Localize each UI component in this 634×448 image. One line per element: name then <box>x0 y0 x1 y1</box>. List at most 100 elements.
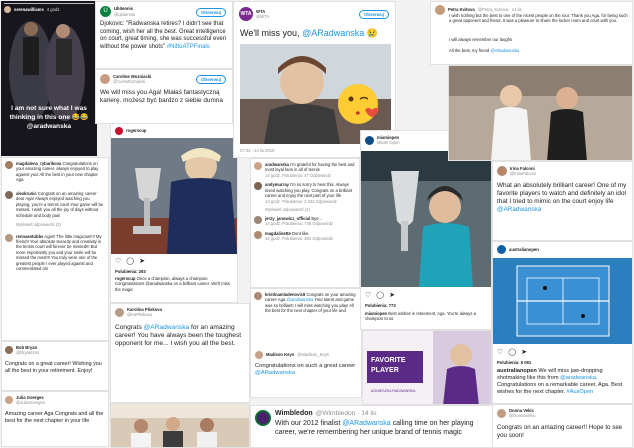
kristina-mention[interactable]: @aradwanska <box>286 297 313 302</box>
share-icon[interactable]: ➤ <box>139 257 145 265</box>
donna-avatar[interactable] <box>497 408 506 418</box>
comment-avatar[interactable] <box>254 182 262 191</box>
irina-handle[interactable]: @IrinaFalconi <box>510 171 536 176</box>
wimbledon-avatar[interactable] <box>255 410 271 426</box>
tweet-wimbledon: Wimbledon @Wimbledon · 14 lis With our 2… <box>250 405 494 448</box>
ausopen-mention[interactable]: @aradwanska <box>560 375 596 381</box>
view-replies-link[interactable]: Wyświetl odpowiedzi (2) <box>2 222 108 227</box>
miami-caption-user[interactable]: miamiopen <box>365 311 387 316</box>
heart-icon[interactable]: ♡ <box>115 257 121 265</box>
irina-avatar[interactable] <box>497 166 507 177</box>
irina-text-2: enjoy life <box>588 198 614 205</box>
comment-user[interactable]: rennaestubbs <box>16 234 43 239</box>
wimbledon-mention[interactable]: @ARadwanska <box>342 420 390 427</box>
comment-icon[interactable]: ◯ <box>126 257 134 265</box>
wimbledon-name[interactable]: Wimbledon <box>275 410 313 419</box>
madison-name[interactable]: Madison Keys <box>266 352 294 357</box>
madison-avatar[interactable] <box>255 351 263 359</box>
caroline-avatar[interactable] <box>100 74 110 85</box>
favorite-player-name: AGNIESZKA RADWANSKA <box>371 389 416 393</box>
madison-mention[interactable]: @ARadwanska <box>255 370 295 376</box>
karolina-avatar[interactable] <box>115 307 124 317</box>
petra-text-2: I will always remember our laughs <box>449 37 513 42</box>
ubitennis-avatar[interactable]: U <box>100 6 111 17</box>
heart-icon[interactable]: ♡ <box>365 291 371 299</box>
petra-handle[interactable]: @Petra_Kvitova · 14 lis <box>478 7 522 12</box>
comment-text: Dont like. <box>292 230 310 236</box>
comment-icon[interactable]: ◯ <box>376 291 384 299</box>
comment-user[interactable]: aradwanska <box>265 162 289 167</box>
bob-handle[interactable]: @Bryanbros <box>16 350 39 355</box>
ubitennis-follow-button[interactable]: Obserwuj <box>195 8 226 17</box>
miami-location[interactable]: Miami Open <box>377 140 400 145</box>
comment-user[interactable]: magdalena_rybarikova <box>16 161 61 166</box>
comment-user[interactable]: magdalinette <box>265 231 291 236</box>
rogers-avatar[interactable] <box>115 127 123 135</box>
comment-avatar[interactable] <box>5 190 13 199</box>
caroline-handle[interactable]: @CaroWozniacki <box>113 79 151 84</box>
wta-photo <box>240 44 391 144</box>
petra-name[interactable]: Petra Kvitova <box>448 7 475 12</box>
instagram-post-rogers: rogerscup ♡ ◯ ➤ Polubienia: 293 rogerscu… <box>110 123 238 303</box>
karolina-handle[interactable]: @KaPliskova <box>127 312 162 317</box>
comment-user[interactable]: jerzy_janowicz_official <box>265 216 310 221</box>
ubitennis-handle[interactable]: @ubitennis <box>114 12 135 17</box>
comment-meta: 14 godz. Polubienia: 47 Odpowiedz <box>265 172 331 178</box>
comment-avatar[interactable] <box>254 292 262 300</box>
rogers-likes: Polubienia: 293 <box>115 269 146 274</box>
comment-avatar[interactable] <box>5 161 13 169</box>
view-replies-link[interactable]: Wyświetl odpowiedzi (2) <box>251 207 359 212</box>
comment-avatar[interactable] <box>254 162 262 170</box>
wimbledon-text: With our 2012 finalist <box>275 420 341 427</box>
wimbledon-handle[interactable]: @Wimbledon · 14 lis <box>316 410 377 418</box>
ausopen-hashtag[interactable]: #AusOpen <box>567 389 593 395</box>
bob-avatar[interactable] <box>5 346 13 355</box>
story-avatar[interactable] <box>4 6 11 13</box>
tweet-irina: Irina Falconi @IrinaFalconi What an abso… <box>492 161 633 241</box>
story-time: 4 godz. <box>46 6 61 12</box>
wta-mention[interactable]: @ARadwanska <box>302 28 364 38</box>
wta-logo-icon[interactable]: WTA <box>239 7 253 21</box>
wta-handle[interactable]: @WTA <box>256 14 269 19</box>
instagram-comments-miami: aradwanska I'm grateful for having the b… <box>250 158 360 288</box>
comment-avatar[interactable] <box>254 215 262 224</box>
julia-handle[interactable]: @JuliaGoerges <box>16 400 45 405</box>
comment-icon[interactable]: ◯ <box>508 348 516 356</box>
kristina-user[interactable]: kristinamladenovic9 <box>265 292 305 297</box>
story-caption: I am not sure what I was thinking in thi… <box>9 105 89 130</box>
caroline-follow-button[interactable]: Obserwuj <box>195 75 226 84</box>
ausopen-likes: Polubienia: 6 091 <box>497 360 532 365</box>
petra-text-1: I wish nothing but the best to one of th… <box>449 13 628 24</box>
karolina-mention[interactable]: @ARadwanska <box>144 324 190 331</box>
rogers-username[interactable]: rogerscup <box>126 128 146 133</box>
madison-handle[interactable]: @Madison_Keys <box>297 352 329 357</box>
comment-user[interactable]: andymurray <box>265 182 289 187</box>
wta-emoji: 😢 <box>366 28 378 38</box>
petra-text-3: All the best, my friend <box>449 48 490 53</box>
comment-text: Bye... <box>311 215 323 221</box>
comment-meta: 14 godz. Polubienia: 384 Odpowiedz <box>265 235 334 241</box>
ausopen-avatar[interactable] <box>497 245 506 254</box>
comment-avatar[interactable] <box>254 230 262 239</box>
petra-mention[interactable]: @ARadwanska <box>490 48 519 53</box>
irina-mention[interactable]: @ARadwanska <box>497 206 541 213</box>
share-icon[interactable]: ➤ <box>389 291 395 299</box>
heart-icon[interactable]: ♡ <box>497 348 503 356</box>
comment-avatar[interactable] <box>5 233 13 242</box>
julia-avatar[interactable] <box>5 396 13 405</box>
donna-handle[interactable]: @DonnaVekic <box>509 413 536 418</box>
ubitennis-name[interactable]: Ubitennis <box>114 6 135 11</box>
story-username[interactable]: serenawilliams <box>14 7 44 12</box>
ausopen-username[interactable]: australianopen <box>509 247 539 252</box>
wta-follow-button[interactable]: Obserwuj <box>358 10 389 19</box>
ubitennis-hashtag[interactable]: #NittoATPFinals <box>167 44 210 50</box>
story-photo <box>1 1 97 156</box>
miami-likes: Polubienia: 773 <box>365 303 396 308</box>
petra-avatar[interactable] <box>435 5 445 15</box>
share-icon[interactable]: ➤ <box>521 348 527 356</box>
comment-user[interactable]: alexkrunic <box>16 191 37 196</box>
tweet-petra: Petra Kvitova @Petra_Kvitova · 14 lis I … <box>430 1 633 65</box>
ausopen-caption-user[interactable]: australianopen <box>497 368 537 374</box>
miami-avatar[interactable] <box>365 135 374 145</box>
rogers-caption-user[interactable]: rogerscup <box>115 276 135 281</box>
